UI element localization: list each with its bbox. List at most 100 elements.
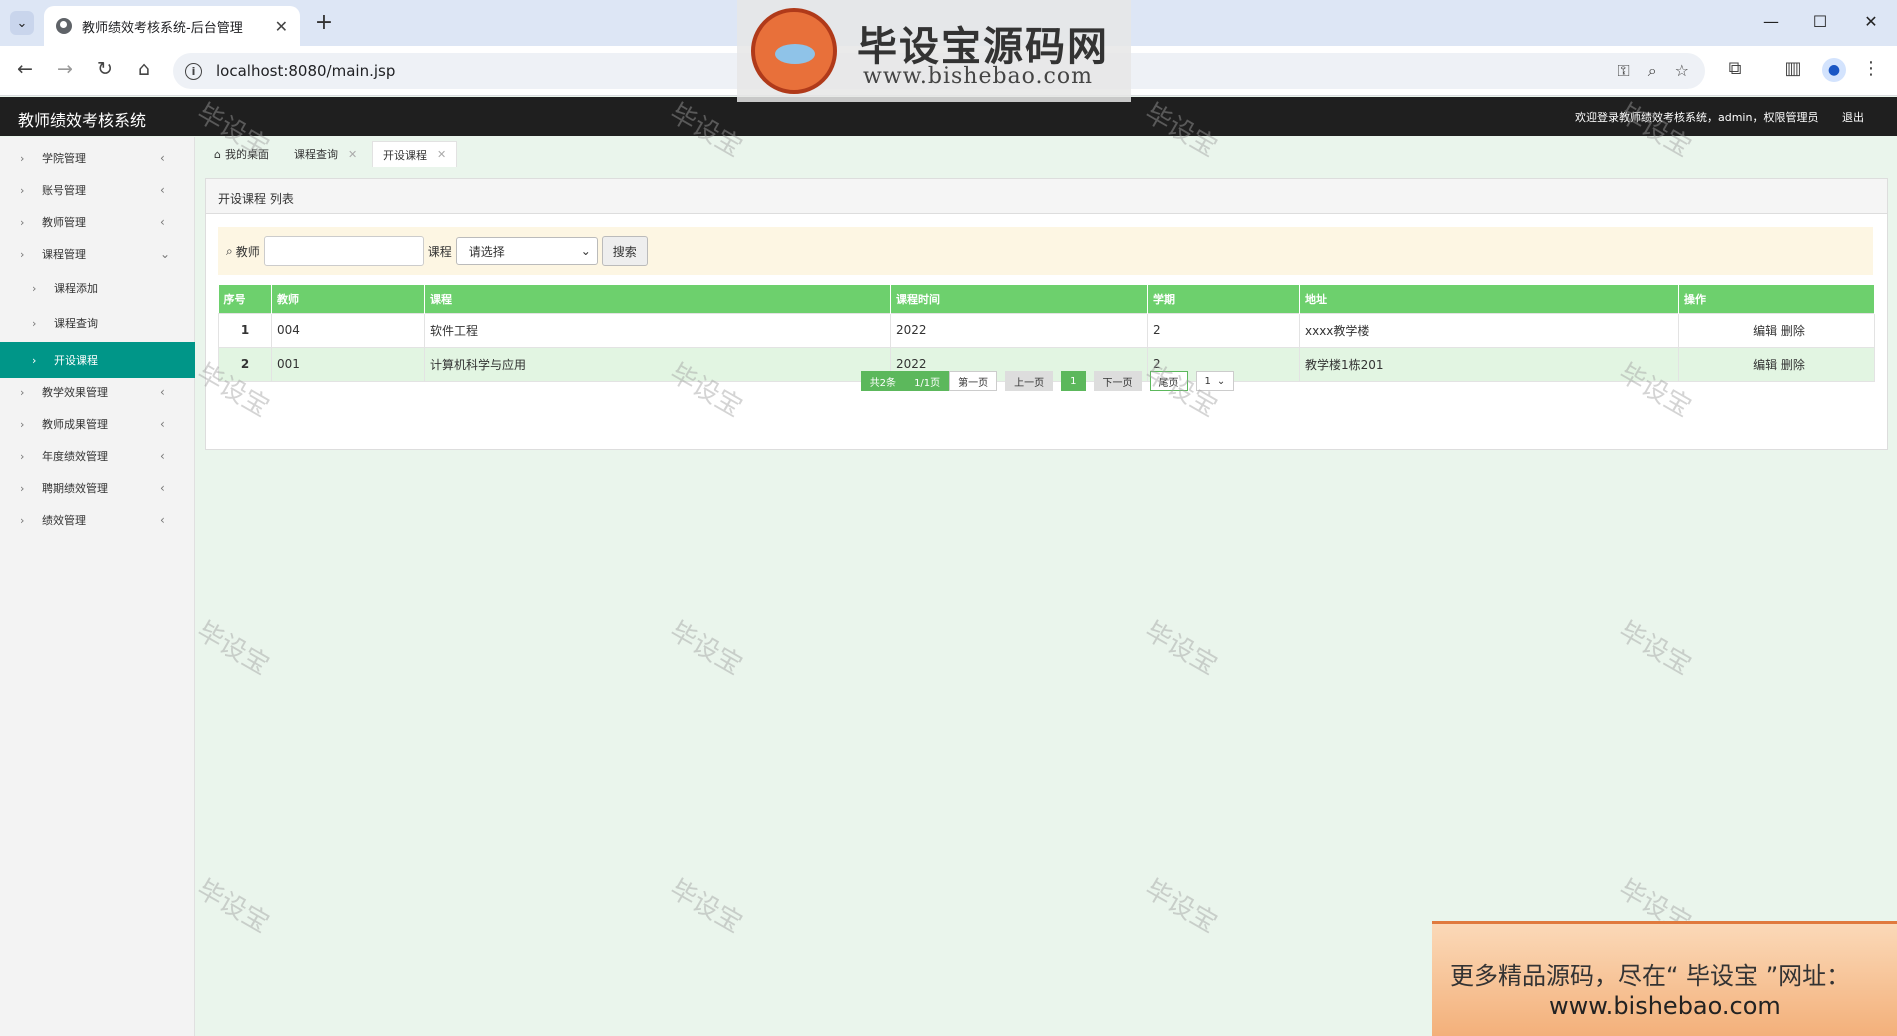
key-icon[interactable]: ⚿ — [1618, 61, 1630, 81]
cell-index: 1 — [218, 312, 272, 348]
home-icon: ⌂ — [214, 147, 221, 161]
sidebar-item-perf[interactable]: › 绩效管理 ‹ — [0, 505, 195, 535]
course-select[interactable]: 请选择 ⌄ — [455, 237, 598, 265]
sidebar-item-label: 教师成果管理 — [42, 418, 108, 431]
chevron-down-icon: ⌄ — [1216, 375, 1226, 387]
tab-menu-icon[interactable]: ⌄ — [10, 11, 34, 35]
close-icon[interactable]: ✕ — [348, 148, 357, 161]
col-header: 操作 — [1678, 285, 1875, 313]
course-select-value: 请选择 — [468, 244, 505, 259]
sidebar-item-annual-perf[interactable]: › 年度绩效管理 ‹ — [0, 441, 195, 471]
minimize-icon[interactable]: — — [1760, 12, 1782, 31]
search-bar: ⌕ 教师 课程 请选择 ⌄ 搜索 — [218, 227, 1873, 275]
sidebar-item-course-add[interactable]: › 课程添加 — [0, 273, 195, 303]
chevron-right-icon: › — [20, 151, 25, 165]
maximize-icon[interactable]: ☐ — [1809, 12, 1831, 31]
sidebar-item-label: 开设课程 — [54, 354, 98, 367]
sidepanel-icon[interactable]: ▥ — [1780, 58, 1806, 79]
edit-link[interactable]: 编辑 — [1753, 358, 1777, 372]
watermark-stamp: 毕设宝 — [1613, 616, 1697, 682]
close-icon[interactable]: ✕ — [437, 148, 446, 161]
watermark-stamp: 毕设宝 — [191, 874, 275, 940]
col-header: 地址 — [1299, 285, 1679, 313]
sidebar-item-teacher[interactable]: › 教师管理 ‹ — [0, 207, 195, 237]
zoom-icon[interactable]: ⌕ — [1648, 61, 1657, 81]
chevron-right-icon: › — [20, 513, 25, 527]
delete-link[interactable]: 删除 — [1781, 358, 1805, 372]
col-header: 序号 — [218, 285, 272, 313]
sidebar-item-course-query[interactable]: › 课程查询 — [0, 308, 195, 338]
cell-term: 2 — [1147, 312, 1300, 348]
chevron-right-icon: › — [20, 481, 25, 495]
teacher-input[interactable] — [263, 236, 424, 266]
chevron-right-icon: › — [20, 417, 25, 431]
pager-next[interactable]: 下一页 — [1093, 371, 1142, 391]
sidebar-item-label: 教学效果管理 — [42, 386, 108, 399]
chevron-left-icon: ‹ — [160, 513, 165, 527]
cell-teacher: 004 — [271, 312, 425, 348]
col-header: 学期 — [1147, 285, 1300, 313]
plus-icon[interactable]: + — [312, 10, 336, 35]
welcome-text: 欢迎登录教师绩效考核系统，admin，权限管理员 — [1575, 111, 1819, 124]
menu-icon[interactable]: ⋮ — [1858, 58, 1884, 79]
back-icon[interactable]: ← — [12, 58, 38, 80]
table-row: 1 004 软件工程 2022 2 xxxx教学楼 编辑 删除 — [218, 312, 1875, 348]
tab-course-query[interactable]: 课程查询 ✕ — [284, 141, 367, 167]
chevron-right-icon: › — [32, 353, 37, 367]
pager-first[interactable]: 第一页 — [949, 371, 998, 391]
edit-link[interactable]: 编辑 — [1753, 324, 1777, 338]
sidebar-item-label: 课程添加 — [54, 282, 98, 295]
list-panel: 开设课程 列表 ⌕ 教师 课程 请选择 ⌄ 搜索 序号 教师 课程 课程时间 学… — [205, 178, 1888, 450]
chevron-right-icon: › — [20, 183, 25, 197]
close-window-icon[interactable]: ✕ — [1860, 12, 1882, 31]
pager-pages: 1/1页 — [905, 371, 950, 391]
reload-icon[interactable]: ↻ — [92, 58, 118, 80]
sidebar-item-teaching-effect[interactable]: › 教学效果管理 ‹ — [0, 377, 195, 407]
sidebar: › 学院管理 ‹ › 账号管理 ‹ › 教师管理 ‹ › 课程管理 ⌄ › 课程… — [0, 137, 195, 1036]
profile-icon[interactable]: ● — [1822, 58, 1846, 82]
watermark-stamp: 毕设宝 — [1139, 616, 1223, 682]
forward-icon[interactable]: → — [52, 58, 78, 80]
sidebar-item-college[interactable]: › 学院管理 ‹ — [0, 143, 195, 173]
pager-current[interactable]: 1 — [1061, 371, 1086, 391]
chevron-right-icon: › — [20, 449, 25, 463]
course-label: 课程 — [427, 244, 452, 259]
close-icon[interactable]: ✕ — [275, 17, 288, 36]
extensions-icon[interactable]: ⧉ — [1722, 58, 1748, 79]
col-header: 教师 — [271, 285, 425, 313]
sidebar-item-label: 教师管理 — [42, 216, 86, 229]
chevron-right-icon: › — [32, 316, 37, 330]
logout-link[interactable]: 退出 — [1842, 109, 1864, 125]
cell-actions: 编辑 删除 — [1678, 312, 1875, 348]
star-icon[interactable]: ☆ — [1675, 61, 1689, 81]
sidebar-item-label: 聘期绩效管理 — [42, 482, 108, 495]
cell-course: 软件工程 — [424, 312, 891, 348]
browser-tab[interactable]: 教师绩效考核系统-后台管理 ✕ — [44, 6, 300, 46]
info-icon[interactable]: i — [185, 62, 202, 80]
watermark-logo: 毕设宝源码网 www.bishebao.com — [737, 0, 1131, 102]
watermark-stamp: 毕设宝 — [191, 616, 275, 682]
tab-open-course[interactable]: 开设课程 ✕ — [372, 141, 458, 167]
promo-line2: www.bishebao.com — [1549, 992, 1781, 1020]
watermark-stamp: 毕设宝 — [664, 874, 748, 940]
chevron-left-icon: ‹ — [160, 151, 165, 165]
sidebar-item-term-perf[interactable]: › 聘期绩效管理 ‹ — [0, 473, 195, 503]
cell-time: 2022 — [890, 312, 1148, 348]
sidebar-item-label: 课程管理 — [42, 248, 86, 261]
search-button[interactable]: 搜索 — [601, 236, 648, 266]
sidebar-item-account[interactable]: › 账号管理 ‹ — [0, 175, 195, 205]
sidebar-item-achievement[interactable]: › 教师成果管理 ‹ — [0, 409, 195, 439]
panel-title: 开设课程 列表 — [206, 179, 1887, 214]
sidebar-item-label: 学院管理 — [42, 152, 86, 165]
chevron-right-icon: › — [20, 385, 25, 399]
col-header: 课程时间 — [890, 285, 1148, 313]
watermark-stamp: 毕设宝 — [664, 616, 748, 682]
delete-link[interactable]: 删除 — [1781, 324, 1805, 338]
sidebar-item-open-course[interactable]: › 开设课程 — [0, 342, 195, 378]
chevron-left-icon: ‹ — [160, 481, 165, 495]
sidebar-item-course[interactable]: › 课程管理 ⌄ — [0, 239, 195, 269]
pager-prev[interactable]: 上一页 — [1005, 371, 1054, 391]
chevron-down-icon: ⌄ — [580, 244, 591, 258]
home-icon[interactable]: ⌂ — [131, 58, 157, 80]
watermark-stamp: 毕设宝 — [1139, 874, 1223, 940]
